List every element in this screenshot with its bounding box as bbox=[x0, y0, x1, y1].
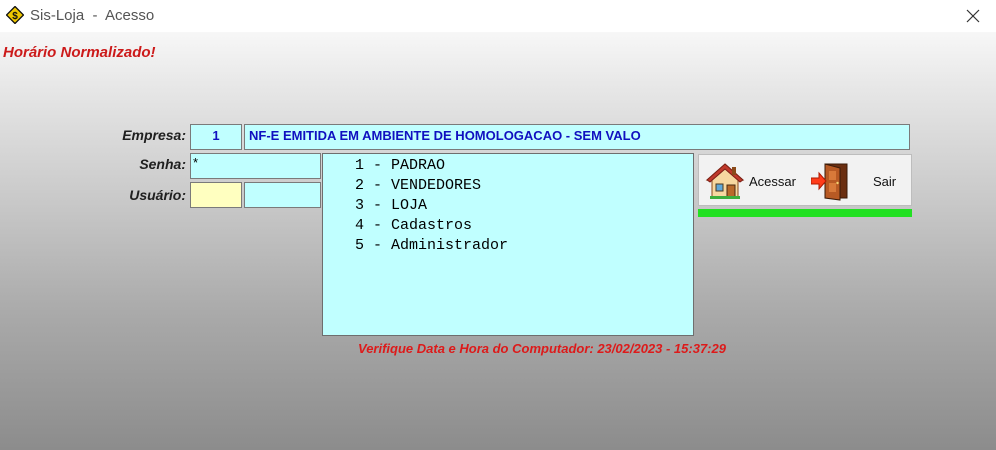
list-item[interactable]: 5 - Administrador bbox=[355, 236, 693, 256]
exit-door-icon bbox=[811, 163, 848, 201]
sair-button[interactable]: Sair bbox=[811, 155, 907, 207]
list-item[interactable]: 1 - PADRAO bbox=[355, 156, 693, 176]
status-message: Horário Normalizado! bbox=[3, 44, 156, 61]
button-panel: Acessar Sair bbox=[698, 154, 912, 206]
svg-text:$: $ bbox=[12, 11, 18, 22]
house-icon bbox=[705, 163, 745, 199]
usuario-label: Usuário: bbox=[129, 187, 186, 203]
senha-label: Senha: bbox=[139, 156, 186, 172]
close-button[interactable] bbox=[950, 0, 996, 32]
progress-bar bbox=[698, 209, 912, 217]
list-item[interactable]: 3 - LOJA bbox=[355, 196, 693, 216]
empresa-code-field[interactable]: 1 bbox=[190, 124, 242, 150]
title-bar: $ Sis-Loja - Acesso bbox=[0, 0, 996, 32]
sair-label: Sair bbox=[873, 173, 897, 189]
profile-listbox[interactable]: 1 - PADRAO 2 - VENDEDORES 3 - LOJA 4 - C… bbox=[322, 153, 694, 336]
login-panel: Horário Normalizado! Empresa: 1 NF-E EMI… bbox=[0, 32, 996, 450]
list-item[interactable]: 4 - Cadastros bbox=[355, 216, 693, 236]
list-item[interactable]: 2 - VENDEDORES bbox=[355, 176, 693, 196]
usuario-code-field[interactable] bbox=[190, 182, 242, 208]
acessar-label: Acessar bbox=[749, 173, 796, 189]
empresa-name-field[interactable]: NF-E EMITIDA EM AMBIENTE DE HOMOLOGACAO … bbox=[244, 124, 910, 150]
date-time-warning: Verifique Data e Hora do Computador: 23/… bbox=[358, 341, 726, 356]
senha-field[interactable]: * bbox=[190, 153, 321, 179]
sis-loja-diamond-icon: $ bbox=[5, 5, 25, 25]
close-icon bbox=[966, 9, 980, 23]
acessar-button[interactable]: Acessar bbox=[705, 155, 809, 207]
window-title: Sis-Loja - Acesso bbox=[30, 7, 155, 24]
usuario-name-field[interactable] bbox=[244, 182, 321, 208]
empresa-label: Empresa: bbox=[122, 127, 186, 143]
